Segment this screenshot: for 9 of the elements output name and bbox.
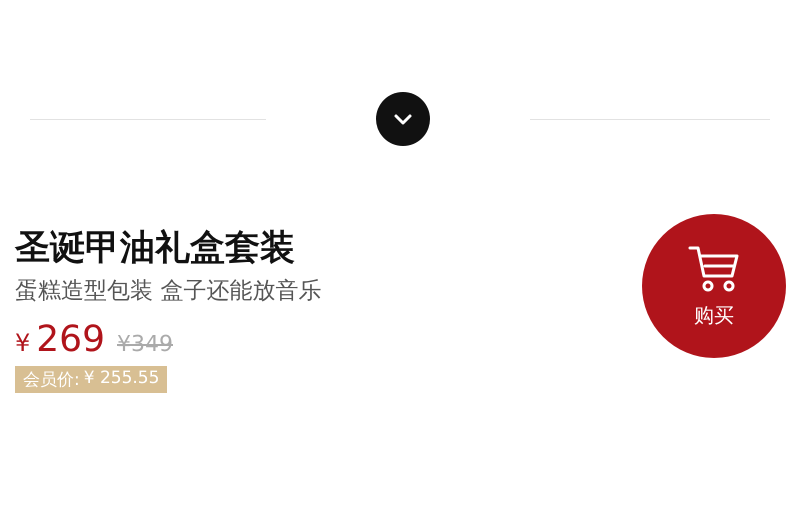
buy-button[interactable]: 购买: [642, 214, 786, 358]
member-price-badge: 会员价: ¥ 255.55: [15, 366, 168, 392]
currency-symbol: ¥: [15, 328, 30, 356]
cart-icon: [688, 244, 740, 294]
chevron-down-icon[interactable]: [376, 92, 430, 146]
product-title: 圣诞甲油礼盒套装: [15, 226, 295, 270]
price: 269: [36, 320, 105, 360]
original-price: ¥349: [117, 332, 173, 356]
product-subtitle: 蛋糕造型包装 盒子还能放音乐: [15, 276, 322, 306]
